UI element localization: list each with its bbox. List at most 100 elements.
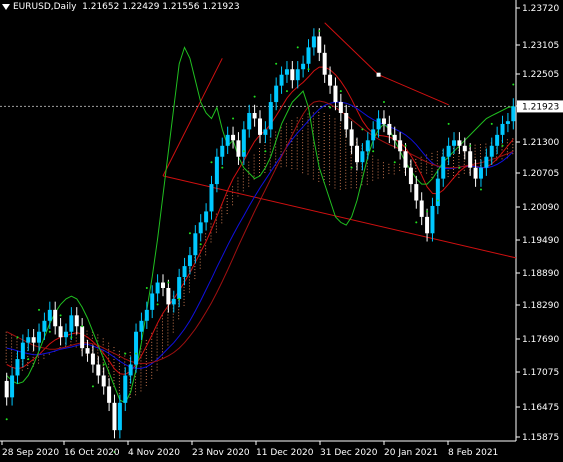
cloud-dot: [280, 163, 282, 165]
cloud-dot: [377, 165, 379, 167]
cloud-dot: [329, 172, 331, 174]
y-tick-label: 1.23105: [522, 41, 559, 51]
dropdown-triangle-icon[interactable]: [2, 3, 10, 10]
candle-body: [150, 293, 155, 310]
cloud-dot: [506, 151, 508, 153]
cloud-dot: [345, 172, 347, 174]
cloud-dot: [172, 319, 174, 321]
y-tick-label: 1.18890: [522, 269, 559, 279]
cloud-dot: [285, 132, 287, 134]
cloud-dot: [16, 338, 18, 340]
cloud-dot: [479, 150, 481, 152]
candle-body: [74, 315, 79, 327]
cloud-dot: [323, 148, 325, 150]
candle-body: [268, 102, 273, 130]
ohlc-values: 1.21652 1.22429 1.21556 1.21923: [82, 2, 240, 12]
cloud-dot: [226, 204, 228, 206]
cloud-dot: [302, 160, 304, 162]
cloud-dot: [221, 210, 223, 212]
candle-body: [349, 129, 354, 146]
cloud-dot: [161, 336, 163, 338]
cloud-dot: [113, 350, 115, 352]
cloud-dot: [253, 157, 255, 159]
cloud-dot: [248, 179, 250, 181]
psar-dot: [5, 418, 8, 421]
cloud-dot: [426, 166, 428, 168]
cloud-dot: [345, 160, 347, 162]
candle-body: [425, 216, 430, 234]
candle-body: [284, 69, 289, 75]
cloud-dot: [156, 333, 158, 335]
cloud-dot: [356, 187, 358, 189]
candle-body: [31, 337, 36, 343]
cloud-dot: [339, 161, 341, 163]
cloud-dot: [161, 333, 163, 335]
cloud-dot: [280, 148, 282, 150]
candle-body: [511, 106, 516, 122]
cloud-dot: [345, 139, 347, 141]
cloud-dot: [5, 358, 7, 360]
cloud-dot: [16, 341, 18, 343]
cloud-dot: [323, 115, 325, 117]
cloud-dot: [140, 387, 142, 389]
cloud-dot: [307, 146, 309, 148]
cloud-dot: [296, 120, 298, 122]
cloud-dot: [135, 382, 137, 384]
cloud-dot: [118, 368, 120, 370]
cloud-dot: [323, 136, 325, 138]
cloud-dot: [302, 136, 304, 138]
cloud-dot: [264, 171, 266, 173]
cloud-dot: [312, 172, 314, 174]
cloud-dot: [458, 164, 460, 166]
cloud-dot: [318, 138, 320, 140]
cloud-dot: [334, 166, 336, 168]
cloud-dot: [382, 171, 384, 173]
cloud-dot: [318, 120, 320, 122]
cloud-dot: [129, 387, 131, 389]
cloud-dot: [259, 156, 260, 158]
cloud-dot: [318, 114, 320, 116]
candle-body: [236, 140, 241, 157]
candle-body: [441, 156, 446, 179]
cloud-dot: [329, 151, 331, 153]
cloud-dot: [426, 169, 428, 171]
cloud-dot: [302, 151, 304, 153]
cloud-dot: [334, 148, 336, 150]
cloud-dot: [11, 364, 13, 366]
candle-body: [144, 309, 149, 321]
cloud-dot: [345, 145, 347, 147]
cloud-dot: [161, 342, 163, 344]
cloud-dot: [296, 141, 298, 143]
candle-body: [204, 211, 209, 223]
candle-body: [101, 375, 106, 387]
cloud-dot: [259, 168, 260, 170]
cloud-dot: [296, 147, 298, 149]
psar-dot: [38, 308, 41, 311]
cloud-dot: [145, 381, 147, 383]
cloud-dot: [426, 154, 428, 156]
cloud-dot: [356, 172, 358, 174]
cloud-dot: [275, 152, 277, 154]
cloud-dot: [269, 160, 271, 162]
cloud-dot: [199, 255, 201, 257]
cloud-dot: [345, 163, 347, 165]
cloud-dot: [215, 219, 217, 221]
cloud-dot: [350, 178, 352, 180]
cloud-dot: [215, 231, 217, 233]
cloud-dot: [420, 156, 422, 158]
cloud-dot: [291, 129, 293, 131]
cloud-dot: [458, 176, 460, 178]
candle-body: [10, 375, 15, 398]
psar-dot: [70, 336, 73, 339]
psar-dot: [350, 166, 353, 169]
cloud-dot: [156, 342, 158, 344]
cloud-dot: [145, 339, 147, 341]
cloud-dot: [350, 187, 352, 189]
cloud-dot: [237, 189, 239, 191]
x-tick-label: 31 Dec 2020: [320, 448, 378, 458]
psar-dot: [156, 303, 159, 306]
cloud-dot: [399, 166, 401, 168]
candle-body: [344, 112, 349, 130]
candle-body: [473, 167, 478, 179]
cloud-dot: [172, 313, 174, 315]
